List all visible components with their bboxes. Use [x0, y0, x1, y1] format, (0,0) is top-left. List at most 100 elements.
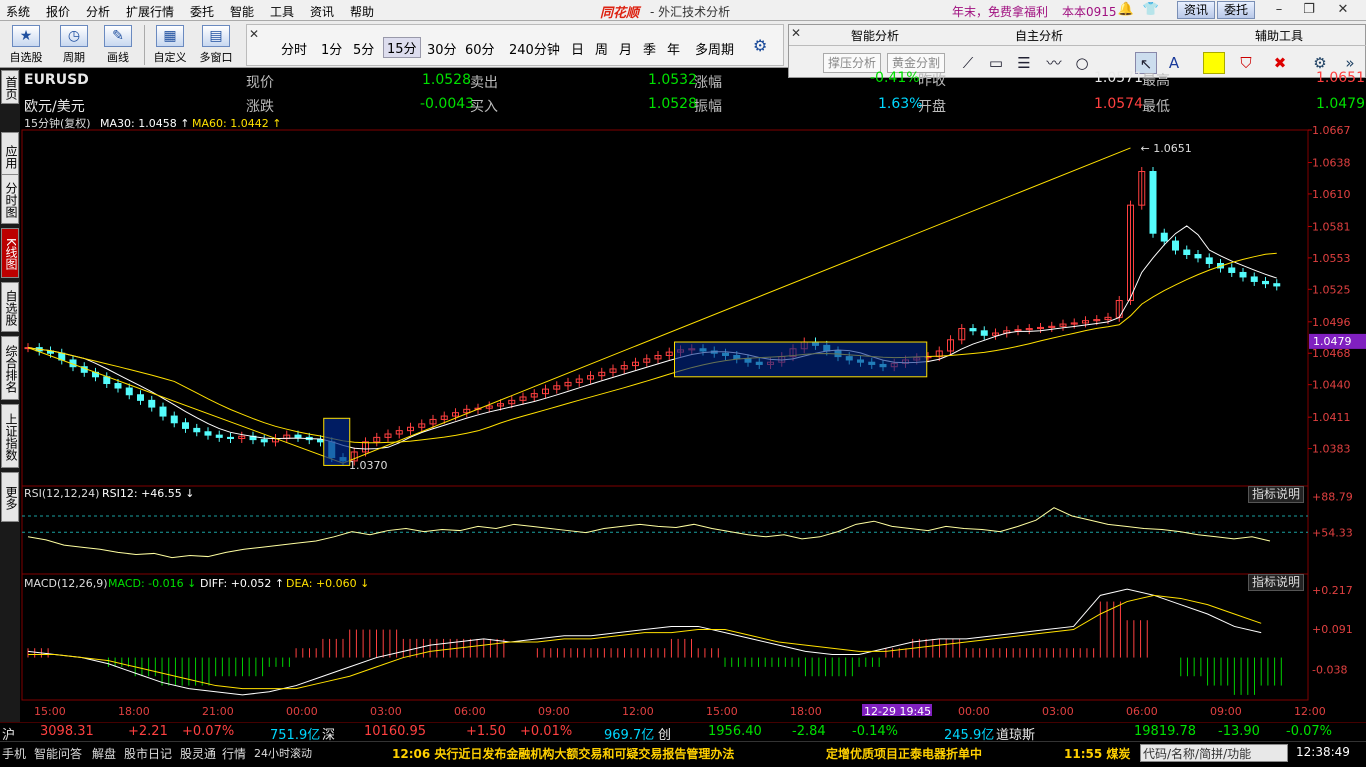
restore-icon[interactable]: ❐ [1300, 2, 1318, 18]
label-price: 现价 [246, 75, 274, 91]
shirt-icon[interactable]: 👕 [1142, 2, 1160, 18]
tab-qa[interactable]: 智能问答 [34, 745, 82, 762]
menu-smart[interactable]: 智能 [230, 3, 254, 20]
gear-icon[interactable]: ⚙ [753, 36, 767, 55]
tab-self-analysis[interactable]: 自主分析 [1015, 27, 1063, 44]
price-tick-label: 1.0581 [1312, 220, 1351, 233]
panel-divider [789, 45, 1366, 46]
value-price: 1.0528 [422, 72, 471, 88]
tab-stocktip[interactable]: 股灵通 [180, 745, 216, 762]
dj-pct: -0.07% [1286, 724, 1332, 739]
menu-system[interactable]: 系统 [6, 3, 30, 20]
tab-kline[interactable]: K线图 [1, 228, 19, 278]
menu-ext-quote[interactable]: 扩展行情 [126, 3, 174, 20]
menu-quote[interactable]: 报价 [46, 3, 70, 20]
close-icon[interactable]: ✕ [1334, 2, 1352, 18]
x-tick-label: 15:00 [706, 705, 738, 716]
multiwindow-button[interactable]: ▤ 多窗口 [194, 25, 238, 65]
period-60m[interactable]: 60分 [465, 39, 495, 58]
period-week[interactable]: 周 [595, 39, 608, 58]
tab-comment[interactable]: 解盘 [92, 745, 116, 762]
menu-help[interactable]: 帮助 [350, 3, 374, 20]
candle-body [159, 406, 167, 417]
candle-body [137, 394, 144, 401]
bell-icon[interactable]: 🔔 [1117, 2, 1135, 18]
period-5m[interactable]: 5分 [353, 39, 374, 58]
period-button[interactable]: ◷ 周期 [52, 25, 96, 65]
menu-trade[interactable]: 委托 [190, 3, 214, 20]
tab-mobile[interactable]: 手机 [2, 745, 26, 762]
price-tick-label: 1.0496 [1312, 316, 1351, 329]
watchlist-label: 自选股 [9, 51, 43, 64]
tab-diary[interactable]: 股市日记 [124, 745, 172, 762]
period-year[interactable]: 年 [667, 39, 680, 58]
x-tick-label: 12-29 19:45 [864, 705, 931, 716]
news-ticker-3[interactable]: 11:55 煤炭 [1064, 745, 1130, 762]
tab-apps[interactable]: 应用 [1, 132, 19, 180]
news-ticker-1[interactable]: 12:06 央行近日发布金融机构大额交易和可疑交易报告管理办法 [392, 745, 734, 762]
x-tick-label: 12:00 [1294, 705, 1326, 716]
period-quarter[interactable]: 季 [643, 39, 656, 58]
period-240m[interactable]: 240分钟 [509, 39, 560, 58]
tab-watchlist[interactable]: 自选股 [1, 282, 19, 332]
candle-body [1250, 276, 1258, 282]
value-low: 1.0479 [1316, 96, 1365, 112]
news-button[interactable]: 资讯 [1177, 1, 1216, 19]
period-15m[interactable]: 15分 [383, 37, 421, 58]
minimize-icon[interactable]: – [1270, 2, 1288, 18]
period-1m[interactable]: 1分 [321, 39, 342, 58]
watchlist-button[interactable]: ★ 自选股 [4, 25, 48, 65]
clock: 12:38:49 [1296, 745, 1350, 759]
trade-button[interactable]: 委托 [1217, 1, 1256, 19]
chart-area[interactable]: 15分钟(复权) MA30: 1.0458 ↑ MA60: 1.0442 ↑ RSI(… [20, 116, 1366, 716]
candle-body [1228, 267, 1236, 273]
status-bar: 手机 智能问答 解盘 股市日记 股灵通 行情 24小时滚动 12:06 央行近日… [0, 741, 1366, 767]
tab-home[interactable]: 首页 [1, 70, 19, 104]
label-amplitude: 振幅 [694, 99, 722, 115]
x-tick-label: 18:00 [118, 705, 150, 716]
chart-frame [21, 129, 1309, 701]
period-month[interactable]: 月 [619, 39, 632, 58]
menu-info[interactable]: 资讯 [310, 3, 334, 20]
drawline-button[interactable]: ✎ 画线 [96, 25, 140, 65]
tab-timeshare[interactable]: 分时图 [1, 174, 19, 224]
value-open: 1.0574 [1094, 96, 1143, 112]
close-icon[interactable]: ✕ [791, 26, 801, 40]
low-annotation: 1.0370 [349, 459, 388, 472]
period-30m[interactable]: 30分 [427, 39, 457, 58]
period-day[interactable]: 日 [571, 39, 584, 58]
candle-body [204, 431, 212, 436]
tab-sh-index[interactable]: 上证指数 [1, 404, 19, 468]
menu-tools[interactable]: 工具 [270, 3, 294, 20]
ma30-legend: MA30: 1.0458 ↑ [100, 117, 189, 130]
promo-link[interactable]: 年末，免费拿福利 [952, 3, 1048, 20]
period-fenshi[interactable]: 分时 [281, 39, 307, 58]
period-multi[interactable]: 多周期 [695, 39, 734, 58]
x-tick-label: 15:00 [34, 705, 66, 716]
tab-smart-analysis[interactable]: 智能分析 [851, 27, 899, 44]
kline-chart[interactable]: 15分钟(复权) MA30: 1.0458 ↑ MA60: 1.0442 ↑ RSI(… [20, 116, 1366, 716]
menu-analysis[interactable]: 分析 [86, 3, 110, 20]
tab-24h-scroll[interactable]: 24小时滚动 [254, 745, 312, 761]
tab-more[interactable]: 更多 [1, 472, 19, 522]
rsi-indicator-help-button[interactable]: 指标说明 [1248, 486, 1305, 503]
period-legend: 15分钟(复权) [24, 116, 91, 130]
tab-aux-tools[interactable]: 辅助工具 [1255, 27, 1303, 44]
news-ticker-2[interactable]: 定增优质项目正泰电器折单中 [826, 745, 982, 762]
highlight-box [323, 417, 351, 466]
search-input[interactable]: 代码/名称/简拼/功能 [1140, 744, 1288, 762]
candle-body [1194, 254, 1202, 259]
value-prev-close: 1.0571 [1094, 70, 1143, 86]
x-tick-label: 18:00 [790, 705, 822, 716]
tab-market[interactable]: 行情 [222, 745, 246, 762]
candle-body [1172, 240, 1179, 251]
toolbar-separator [144, 25, 145, 65]
close-icon[interactable]: ✕ [249, 27, 259, 41]
custom-button[interactable]: ▦ 自定义 [148, 25, 192, 65]
x-tick-label: 00:00 [958, 705, 990, 716]
price-tick-label: 1.0440 [1312, 379, 1351, 392]
macd-indicator-help-button[interactable]: 指标说明 [1248, 574, 1305, 591]
tab-ranking[interactable]: 综合排名 [1, 336, 19, 400]
high-annotation: ← 1.0651 [1141, 142, 1192, 155]
value-bid: 1.0528 [648, 96, 697, 112]
